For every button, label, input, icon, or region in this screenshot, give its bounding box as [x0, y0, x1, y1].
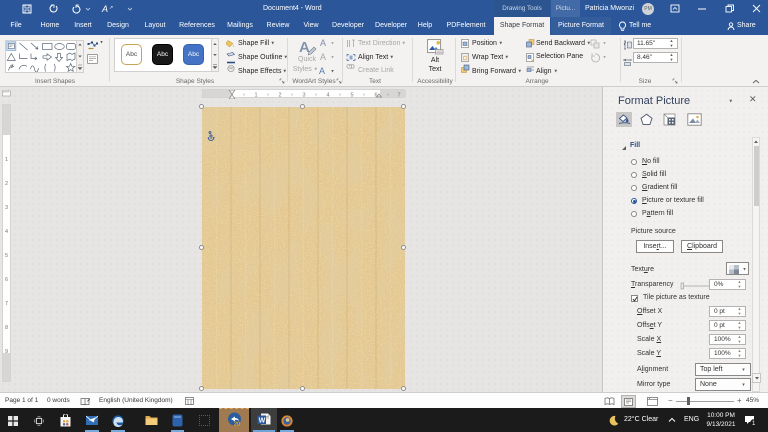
svg-text:4: 4	[326, 93, 329, 99]
svg-text:5: 5	[5, 253, 8, 259]
svg-text:5: 5	[350, 93, 353, 99]
svg-text:3: 3	[5, 205, 8, 211]
svg-text:2: 2	[278, 93, 281, 99]
svg-text:7: 7	[397, 93, 400, 99]
svg-text:1: 1	[5, 157, 8, 163]
svg-text:2: 2	[5, 181, 8, 187]
svg-text:9: 9	[5, 349, 8, 355]
svg-text:8: 8	[5, 325, 8, 331]
svg-text:6: 6	[5, 277, 8, 283]
svg-text:1: 1	[254, 93, 257, 99]
svg-text:20: 20	[234, 422, 240, 428]
svg-text:4: 4	[5, 229, 8, 235]
svg-text:A: A	[101, 4, 108, 14]
svg-text:W: W	[259, 417, 266, 424]
svg-text:7: 7	[5, 301, 8, 307]
svg-text:3: 3	[302, 93, 305, 99]
svg-text:↗: ↗	[109, 5, 113, 11]
svg-text:A: A	[299, 39, 310, 55]
svg-text:6: 6	[374, 93, 377, 99]
